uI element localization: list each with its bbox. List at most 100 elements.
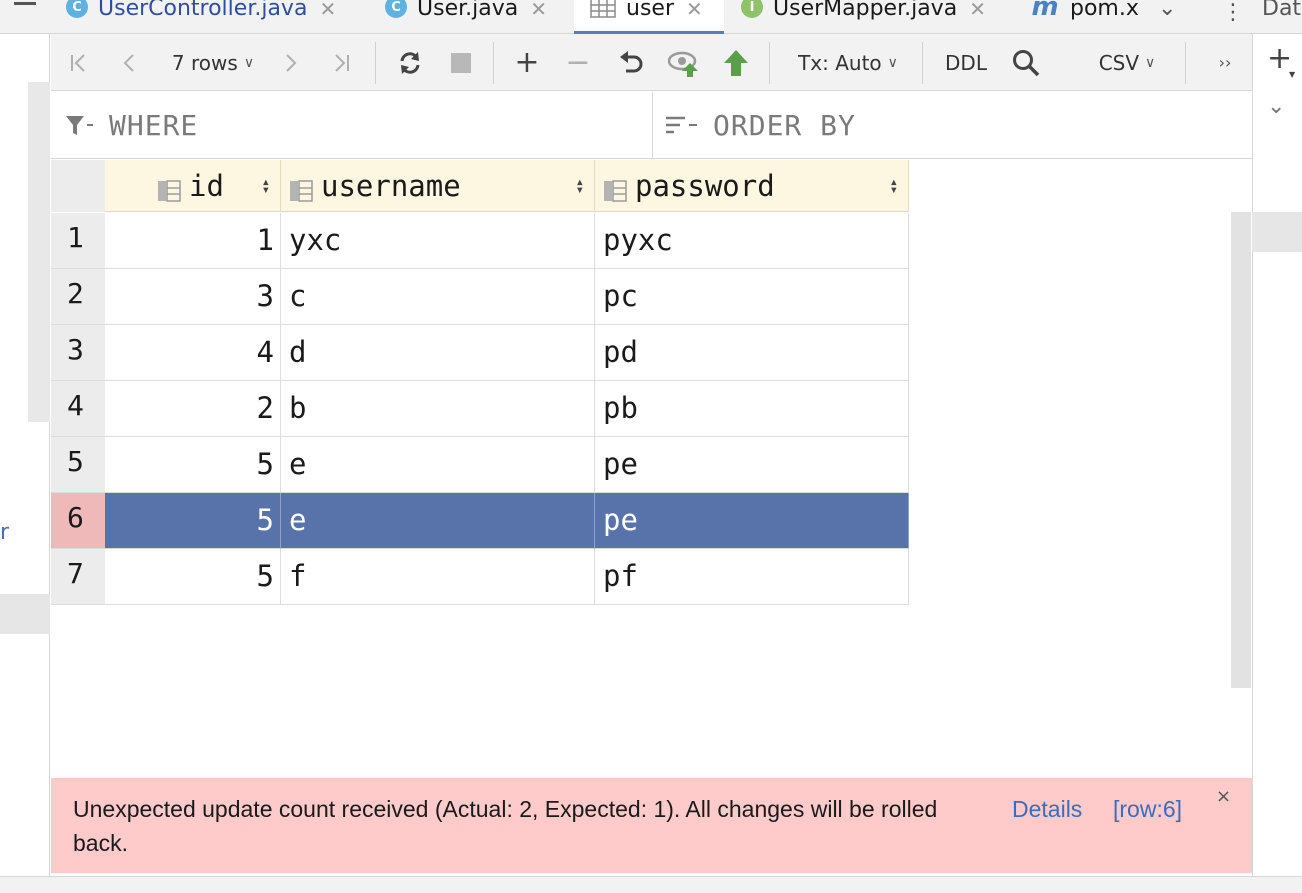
cell-id[interactable]: 2 [105,381,281,437]
tab-overflow-chevron-icon[interactable]: ⌄ [1158,0,1176,21]
filter-divider [652,92,653,159]
row-number[interactable]: 6 [51,493,105,549]
close-icon[interactable]: × [1216,786,1231,807]
row-number[interactable]: 4 [51,381,105,437]
grid-vertical-scrollbar[interactable] [1231,212,1251,688]
row-number[interactable]: 5 [51,437,105,493]
right-database-panel: + ▼ ⌄ [1252,34,1302,876]
class-icon: C [66,0,88,18]
sort-toggle-icon[interactable]: ▴ ▾ [576,175,584,197]
maven-icon: m [1031,0,1059,22]
cell-password[interactable]: pb [595,381,909,437]
error-message: Unexpected update count received (Actual… [73,796,938,856]
cell-username[interactable]: c [281,269,595,325]
error-notification-bar: Unexpected update count received (Actual… [51,778,1252,873]
column-icon [603,175,627,202]
ddl-button[interactable]: DDL [939,34,993,91]
error-row-link[interactable]: [row:6] [1113,792,1182,826]
last-page-icon[interactable] [327,34,355,91]
sort-icon [666,116,697,133]
left-sidebar-partial-text: r [0,520,10,545]
transaction-mode-dropdown[interactable]: Tx: Auto ∨ [793,34,903,91]
tab-user-table[interactable]: user ✕ [574,0,724,34]
row-number[interactable]: 7 [51,549,105,605]
revert-icon[interactable] [615,34,647,91]
cell-password[interactable]: pe [595,437,909,493]
close-icon[interactable]: ✕ [530,0,547,21]
close-icon[interactable]: ✕ [319,0,336,21]
sort-toggle-icon[interactable]: ▴ ▾ [262,175,270,197]
chevron-down-icon: ∨ [887,54,898,71]
close-icon[interactable]: ✕ [686,0,703,21]
toolbar-overflow-icon[interactable]: ›› [1211,34,1239,91]
cell-username[interactable]: e [281,437,595,493]
cell-id[interactable]: 5 [105,437,281,493]
rows-count-dropdown[interactable]: 7 rows ∨ [163,34,263,91]
cell-id[interactable]: 4 [105,325,281,381]
tab-label: pom.x [1070,0,1139,21]
previous-page-icon[interactable] [115,34,143,91]
row-number[interactable]: 1 [51,213,105,269]
cell-password[interactable]: pd [595,325,909,381]
delete-row-icon[interactable]: − [563,34,593,91]
menu-icon[interactable] [14,2,36,5]
row-number[interactable]: 2 [51,269,105,325]
tab-usermapper[interactable]: I UserMapper.java ✕ [741,0,1021,34]
stop-icon[interactable] [447,34,475,91]
transaction-mode-label: Tx: Auto [798,50,882,75]
class-icon: C [385,0,407,18]
tab-label: UserController.java [98,0,308,21]
tab-label: user [626,0,674,21]
cell-username[interactable]: b [281,381,595,437]
filter-bar: WHERE ORDER BY [51,92,1252,159]
column-header-label: password [635,168,775,203]
add-dropdown-icon[interactable]: ▼ [1289,70,1295,79]
more-options-icon[interactable]: ⋮ [1222,0,1244,25]
chevron-down-icon: ∨ [243,54,255,71]
column-header-id[interactable]: id ▴ ▾ [105,160,281,212]
tab-pom[interactable]: m pom.x [1030,0,1140,34]
cell-id[interactable]: 3 [105,269,281,325]
cell-username[interactable]: e [281,493,595,549]
cell-id[interactable]: 1 [105,213,281,269]
cell-password[interactable]: pc [595,269,909,325]
export-format-dropdown[interactable]: CSV ∨ [1091,34,1163,91]
left-sidebar-scrollbar[interactable] [28,82,50,422]
right-panel-title: Dat [1262,0,1302,21]
column-header-username[interactable]: username ▴ ▾ [281,160,595,212]
data-grid-toolbar: 7 rows ∨ + − Tx: Auto ∨ DDL CSV ∨ ›› [51,34,1252,91]
table-icon [590,0,616,18]
submit-icon[interactable] [719,34,753,91]
where-filter-field[interactable]: WHERE [65,92,645,159]
cell-id[interactable]: 5 [105,549,281,605]
cell-username[interactable]: d [281,325,595,381]
cell-id[interactable]: 5 [105,493,281,549]
column-header-label: id [189,168,224,203]
refresh-icon[interactable] [393,34,427,91]
tab-usercontroller[interactable]: C UserController.java ✕ [66,0,376,34]
close-icon[interactable]: ✕ [969,0,986,21]
first-page-icon[interactable] [65,34,93,91]
cell-username[interactable]: yxc [281,213,595,269]
column-header-label: username [321,168,461,203]
cell-password[interactable]: pf [595,549,909,605]
next-page-icon[interactable] [277,34,305,91]
rows-count-label: 7 rows [171,50,238,75]
tab-label: User.java [417,0,519,21]
cell-password[interactable]: pyxc [595,213,909,269]
search-icon[interactable] [1009,34,1043,91]
add-row-icon[interactable]: + [511,34,543,91]
error-details-link[interactable]: Details [1012,792,1082,826]
chevron-down-icon: ∨ [1145,54,1156,71]
order-by-field[interactable]: ORDER BY [665,92,1245,159]
tab-user-java[interactable]: C User.java ✕ [385,0,570,34]
sort-toggle-icon[interactable]: ▴ ▾ [890,175,898,197]
cell-password[interactable]: pe [595,493,909,549]
cell-username[interactable]: f [281,549,595,605]
chevron-down-icon[interactable]: ⌄ [1267,94,1285,119]
row-number[interactable]: 3 [51,325,105,381]
toolbar-separator [493,42,494,84]
column-header-password[interactable]: password ▴ ▾ [595,160,909,212]
export-format-label: CSV [1098,50,1140,75]
preview-changes-icon[interactable] [667,34,701,91]
